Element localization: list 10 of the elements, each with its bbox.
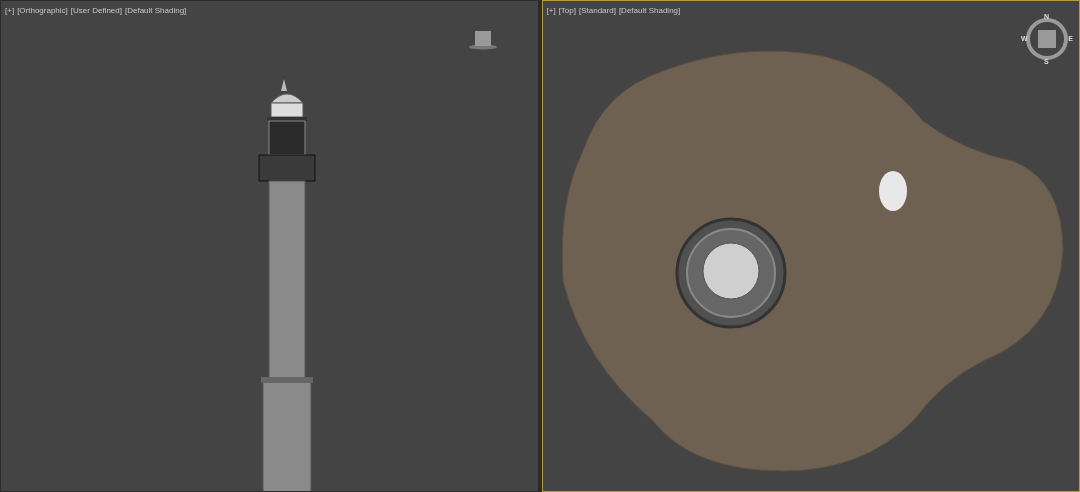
viewport-menu[interactable]: [Top]	[558, 6, 576, 15]
viewport-menu[interactable]: [User Defined]	[70, 6, 122, 15]
viewport-menu[interactable]: [Default Shading]	[618, 6, 681, 15]
viewport-menu[interactable]: [Default Shading]	[124, 6, 187, 15]
viewport-menu[interactable]: [Orthographic]	[17, 6, 68, 15]
viewport[interactable]: [+] [Orthographic] [User Defined] [Default Shading]	[0, 0, 539, 492]
viewport-menu[interactable]: [+]	[546, 6, 556, 15]
viewport-menu[interactable]: [Standard]	[578, 6, 616, 15]
viewport-menu[interactable]: [+]	[5, 6, 15, 15]
viewcube-icon[interactable]	[467, 29, 498, 51]
